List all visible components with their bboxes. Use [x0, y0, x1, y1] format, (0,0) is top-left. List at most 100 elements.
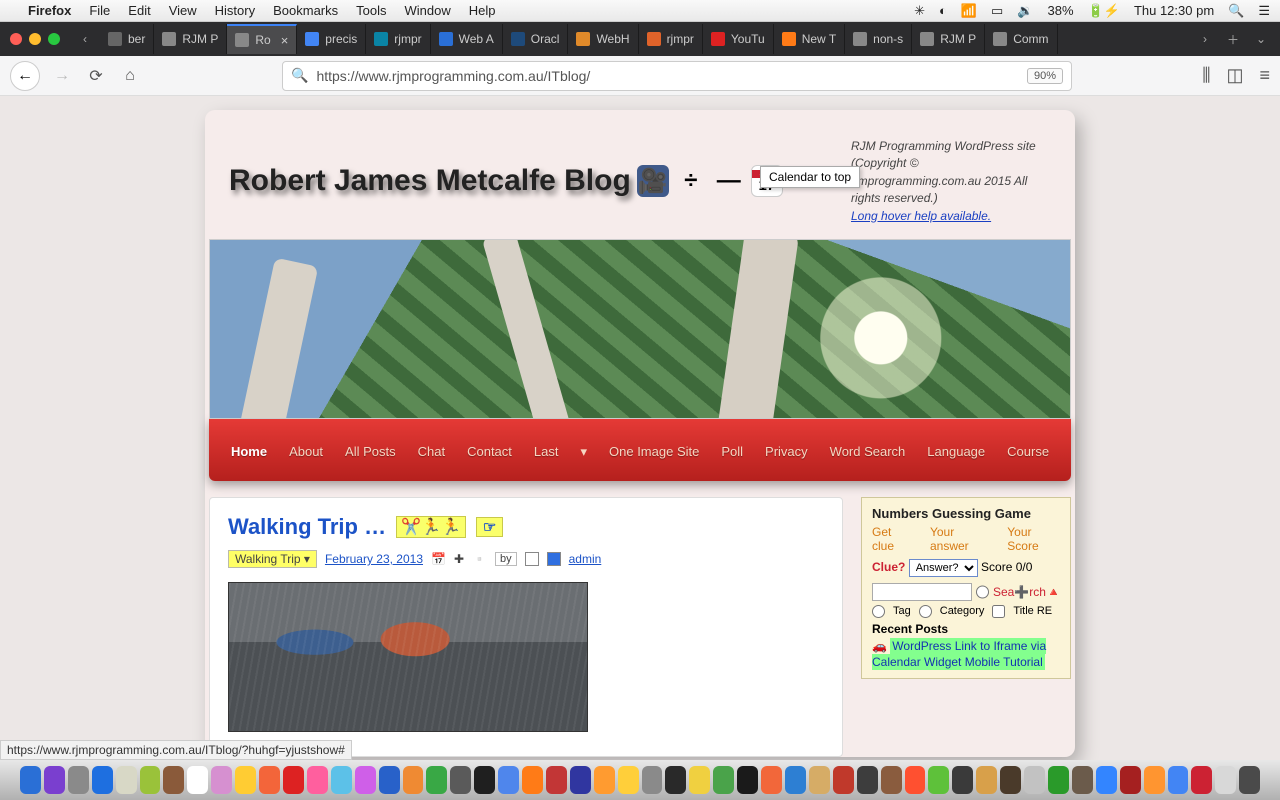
- browser-tab[interactable]: Oracl: [503, 24, 569, 54]
- status-icon[interactable]: ◐: [939, 3, 947, 18]
- radio-tag[interactable]: [872, 605, 885, 618]
- dock-app[interactable]: [546, 766, 567, 794]
- battery-icon[interactable]: 🔋⚡: [1088, 3, 1120, 19]
- divide-icon[interactable]: ÷: [675, 165, 707, 197]
- menu-help[interactable]: Help: [469, 3, 496, 18]
- dock-app[interactable]: [881, 766, 902, 794]
- menu-bookmarks[interactable]: Bookmarks: [273, 3, 338, 18]
- camera-icon[interactable]: 🎥: [637, 165, 669, 197]
- display-icon[interactable]: ▭: [991, 3, 1003, 19]
- dock-app[interactable]: [1024, 766, 1045, 794]
- browser-tab[interactable]: WebH: [568, 24, 638, 54]
- author-link[interactable]: admin: [569, 552, 602, 566]
- sidebar-icon[interactable]: ◫: [1226, 65, 1243, 86]
- dock-app[interactable]: [474, 766, 495, 794]
- zoom-badge[interactable]: 90%: [1027, 68, 1063, 84]
- forward-button[interactable]: →: [50, 64, 74, 88]
- dock-app[interactable]: [1000, 766, 1021, 794]
- dock-app[interactable]: [522, 766, 543, 794]
- menu-file[interactable]: File: [89, 3, 110, 18]
- hover-help-link[interactable]: Long hover help available.: [851, 209, 991, 223]
- browser-tab[interactable]: non-s: [845, 24, 912, 54]
- dock-app[interactable]: [928, 766, 949, 794]
- minus-icon[interactable]: —: [713, 165, 745, 197]
- dock-app[interactable]: [187, 766, 208, 794]
- nav-chat[interactable]: Chat: [418, 444, 445, 459]
- dock-app[interactable]: [92, 766, 113, 794]
- library-icon[interactable]: ⫼: [1202, 65, 1210, 86]
- dock-app[interactable]: [163, 766, 184, 794]
- nav-allposts[interactable]: All Posts: [345, 444, 396, 459]
- nav-home[interactable]: Home: [231, 444, 267, 459]
- dock-app[interactable]: [952, 766, 973, 794]
- cal-mini-icon[interactable]: 📅: [431, 552, 446, 566]
- dock-app[interactable]: [570, 766, 591, 794]
- zoom-window[interactable]: [48, 33, 60, 45]
- post-image[interactable]: [228, 582, 588, 732]
- dock-app[interactable]: [785, 766, 806, 794]
- flag-icon[interactable]: ▫️: [472, 552, 487, 566]
- dock-app[interactable]: [665, 766, 686, 794]
- notification-icon[interactable]: ☰: [1258, 3, 1270, 19]
- menu-view[interactable]: View: [169, 3, 197, 18]
- menu-window[interactable]: Window: [405, 3, 451, 18]
- home-button[interactable]: ⌂: [118, 64, 142, 88]
- dock-app[interactable]: [20, 766, 41, 794]
- nav-oneimage[interactable]: One Image Site: [609, 444, 699, 459]
- nav-about[interactable]: About: [289, 444, 323, 459]
- back-button[interactable]: ←: [10, 61, 40, 91]
- browser-tab[interactable]: Comm: [985, 24, 1057, 54]
- minimize-window[interactable]: [29, 33, 41, 45]
- menu-history[interactable]: History: [215, 3, 255, 18]
- browser-tab[interactable]: YouTu: [703, 24, 774, 54]
- dock-app[interactable]: [355, 766, 376, 794]
- status-icon[interactable]: ✳︎: [914, 3, 925, 19]
- dock-app[interactable]: [618, 766, 639, 794]
- all-tabs-button[interactable]: ⌄: [1248, 26, 1274, 52]
- menu-icon[interactable]: ≡: [1259, 65, 1270, 86]
- dock-app[interactable]: [307, 766, 328, 794]
- pointer-badge[interactable]: ☞: [476, 517, 503, 537]
- nav-poll[interactable]: Poll: [721, 444, 743, 459]
- dock-app[interactable]: [259, 766, 280, 794]
- post-title-link[interactable]: Walking Trip …: [228, 514, 386, 540]
- clock[interactable]: Thu 12:30 pm: [1134, 3, 1214, 18]
- browser-tab[interactable]: Web A: [431, 24, 503, 54]
- dock-app[interactable]: [1072, 766, 1093, 794]
- check-title[interactable]: [992, 605, 1005, 618]
- dock-app[interactable]: [976, 766, 997, 794]
- dock-app[interactable]: [833, 766, 854, 794]
- dock-app[interactable]: [68, 766, 89, 794]
- dock-app[interactable]: [713, 766, 734, 794]
- search-input[interactable]: [872, 583, 972, 601]
- close-window[interactable]: [10, 33, 22, 45]
- browser-tab[interactable]: RJM P: [912, 24, 985, 54]
- dock-app[interactable]: [331, 766, 352, 794]
- dock-app[interactable]: [1048, 766, 1069, 794]
- wifi-icon[interactable]: 📶: [961, 3, 977, 19]
- browser-tab[interactable]: rjmpr: [639, 24, 703, 54]
- answer-select[interactable]: Answer?: [909, 559, 978, 577]
- post-date-link[interactable]: February 23, 2013: [325, 552, 423, 566]
- dock-app[interactable]: [450, 766, 471, 794]
- browser-tab[interactable]: Ro×: [227, 24, 297, 54]
- app-name[interactable]: Firefox: [28, 3, 71, 18]
- dock-app[interactable]: [1215, 766, 1236, 794]
- recent-post-link[interactable]: WordPress Link to Iframe via Calendar Wi…: [872, 638, 1046, 670]
- dock-app[interactable]: [116, 766, 137, 794]
- dock-app[interactable]: [737, 766, 758, 794]
- dock-app[interactable]: [1120, 766, 1141, 794]
- category-chip[interactable]: Walking Trip ▾: [228, 550, 317, 568]
- plus-icon[interactable]: ✚: [454, 552, 464, 566]
- dock-app[interactable]: [689, 766, 710, 794]
- tab-scroll-right[interactable]: ›: [1192, 26, 1218, 52]
- dock-app[interactable]: [403, 766, 424, 794]
- dock-app[interactable]: [1191, 766, 1212, 794]
- dock-app[interactable]: [594, 766, 615, 794]
- close-tab-icon[interactable]: ×: [281, 33, 289, 48]
- dock-app[interactable]: [1239, 766, 1260, 794]
- reload-button[interactable]: ⟳: [84, 64, 108, 88]
- dock-app[interactable]: [905, 766, 926, 794]
- emoji-badge[interactable]: ✂️🏃🏃: [396, 516, 466, 538]
- volume-icon[interactable]: 🔉: [1017, 3, 1033, 19]
